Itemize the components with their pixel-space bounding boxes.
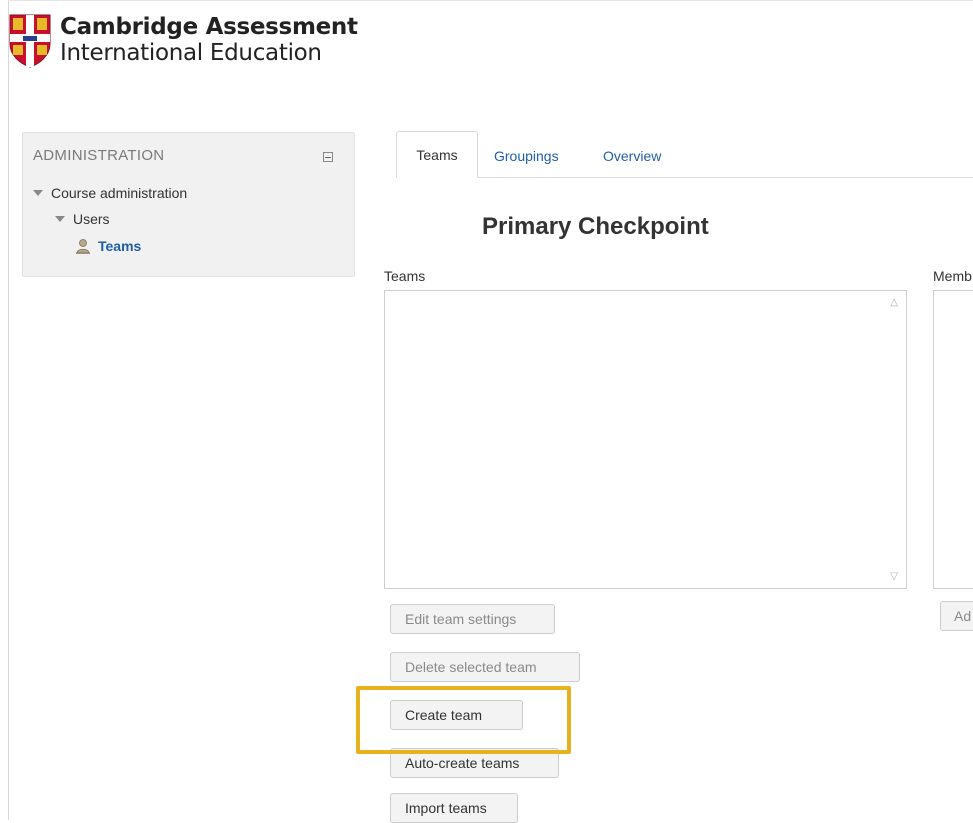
members-label: Memb — [933, 268, 972, 284]
scroll-up-icon[interactable]: △ — [890, 297, 898, 308]
tree-item-label: Users — [73, 211, 110, 227]
triangle-down-icon — [55, 216, 65, 222]
cambridge-shield-icon — [9, 14, 51, 68]
edit-team-settings-button[interactable]: Edit team settings — [390, 604, 555, 634]
tab-groupings[interactable]: Groupings — [494, 148, 559, 164]
tree-item-teams[interactable]: Teams — [75, 238, 141, 254]
create-team-button[interactable]: Create team — [390, 700, 523, 730]
logo-line-2: International Education — [60, 40, 322, 66]
page-title: Primary Checkpoint — [482, 213, 709, 240]
logo-line-1: Cambridge Assessment — [60, 14, 358, 40]
minus-square-icon[interactable] — [323, 152, 333, 162]
user-icon — [76, 239, 90, 254]
tree-item-course-administration[interactable]: Course administration — [33, 185, 187, 201]
administration-block: ADMINISTRATION Course administration Use… — [22, 132, 355, 277]
add-member-button[interactable]: Ad — [940, 601, 973, 631]
tree-item-users[interactable]: Users — [55, 211, 110, 227]
import-teams-button[interactable]: Import teams — [390, 793, 518, 823]
auto-create-teams-button[interactable]: Auto-create teams — [390, 748, 559, 778]
triangle-down-icon — [33, 190, 43, 196]
teams-listbox[interactable]: △ ▽ — [384, 290, 907, 589]
tab-teams[interactable]: Teams — [396, 131, 478, 178]
frame-top-border — [8, 0, 973, 1]
scroll-down-icon[interactable]: ▽ — [890, 571, 898, 582]
tree-item-label: Teams — [98, 238, 142, 254]
tab-overview[interactable]: Overview — [603, 148, 661, 164]
teams-label: Teams — [384, 268, 426, 284]
tree-item-label: Course administration — [51, 185, 188, 201]
delete-selected-team-button[interactable]: Delete selected team — [390, 652, 580, 682]
administration-title: ADMINISTRATION — [33, 147, 165, 164]
brand-logo[interactable]: Cambridge Assessment International Educa… — [9, 14, 358, 68]
frame-left-border — [8, 0, 9, 820]
tabs-baseline — [397, 177, 973, 178]
members-listbox[interactable] — [933, 290, 973, 589]
